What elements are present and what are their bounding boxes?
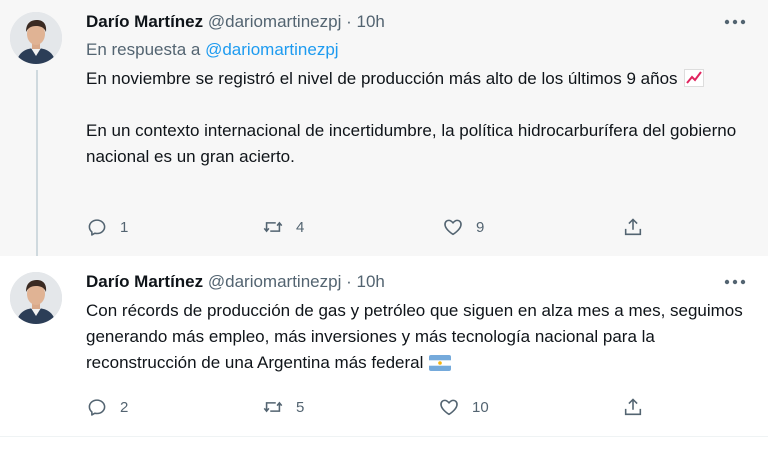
timestamp[interactable]: 10h xyxy=(357,272,385,291)
avatar-image xyxy=(10,12,62,64)
share-button[interactable] xyxy=(622,216,644,238)
retweet-count: 4 xyxy=(296,218,305,236)
more-options-icon[interactable] xyxy=(724,18,746,26)
heart-icon xyxy=(438,396,460,418)
paragraph-1-text: En noviembre se registró el nivel de pro… xyxy=(86,69,678,88)
thread-line xyxy=(36,70,38,256)
reply-count: 1 xyxy=(120,218,129,236)
like-button[interactable]: 10 xyxy=(438,396,489,418)
tweet-body-text: Con récords de producción de gas y petró… xyxy=(86,301,743,372)
reply-button[interactable]: 1 xyxy=(86,216,128,238)
author-handle[interactable]: @dariomartinezpj xyxy=(208,12,341,31)
timestamp[interactable]: 10h xyxy=(357,12,385,31)
retweet-icon xyxy=(262,216,284,238)
separator: · xyxy=(346,272,352,291)
reply-icon xyxy=(86,396,108,418)
heart-icon xyxy=(442,216,464,238)
tweet-paragraph-1: En noviembre se registró el nivel de pro… xyxy=(86,66,756,92)
reply-prefix: En respuesta a xyxy=(86,40,201,59)
avatar[interactable] xyxy=(10,272,62,324)
more-options-icon[interactable] xyxy=(724,278,746,286)
author-name[interactable]: Darío Martínez xyxy=(86,12,203,31)
separator: · xyxy=(346,12,352,31)
reply-mention-link[interactable]: @dariomartinezpj xyxy=(205,40,338,59)
share-icon xyxy=(622,396,644,418)
author-handle[interactable]: @dariomartinezpj xyxy=(208,272,341,291)
tweet-paragraph: Con récords de producción de gas y petró… xyxy=(86,298,756,376)
tweet-1[interactable]: Darío Martínez @dariomartinezpj · 10h En… xyxy=(0,0,768,256)
share-button[interactable] xyxy=(622,396,644,418)
like-count: 9 xyxy=(476,218,485,236)
reply-context: En respuesta a @dariomartinezpj xyxy=(86,40,339,60)
tweet-header: Darío Martínez @dariomartinezpj · 10h xyxy=(86,272,385,292)
retweet-count: 5 xyxy=(296,398,305,416)
like-count: 10 xyxy=(472,398,489,416)
tweet-text: En noviembre se registró el nivel de pro… xyxy=(86,66,756,170)
tweet-2[interactable]: Darío Martínez @dariomartinezpj · 10h Co… xyxy=(0,256,768,437)
share-icon xyxy=(622,216,644,238)
reply-count: 2 xyxy=(120,398,129,416)
reply-button[interactable]: 2 xyxy=(86,396,128,418)
tweet-text: Con récords de producción de gas y petró… xyxy=(86,298,756,376)
author-name[interactable]: Darío Martínez xyxy=(86,272,203,291)
avatar-image xyxy=(10,272,62,324)
like-button[interactable]: 9 xyxy=(442,216,484,238)
tweet-header: Darío Martínez @dariomartinezpj · 10h xyxy=(86,12,385,32)
reply-icon xyxy=(86,216,108,238)
chart-increasing-emoji-icon xyxy=(683,69,704,87)
argentina-flag-emoji-icon xyxy=(429,355,452,371)
retweet-button[interactable]: 4 xyxy=(262,216,304,238)
avatar[interactable] xyxy=(10,12,62,64)
retweet-icon xyxy=(262,396,284,418)
retweet-button[interactable]: 5 xyxy=(262,396,304,418)
tweet-paragraph-2: En un contexto internacional de incertid… xyxy=(86,121,737,166)
